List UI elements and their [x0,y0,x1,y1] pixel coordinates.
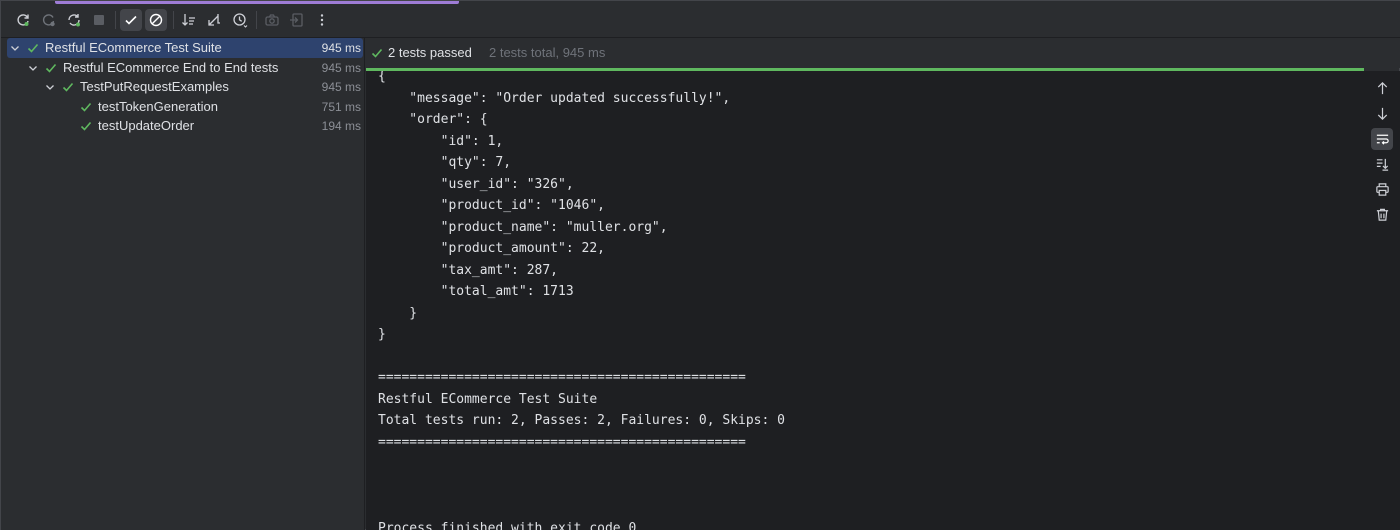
rerun-failed-icon[interactable] [38,9,60,31]
run-tool-window: Restful ECommerce Test Suite 945 ms Rest… [0,0,1400,530]
tree-item-duration: 751 ms [321,99,361,114]
tree-item-suite[interactable]: Restful ECommerce Test Suite 945 ms [7,38,363,58]
camera-icon[interactable] [261,9,283,31]
tree-item-label: Restful ECommerce Test Suite [45,40,222,55]
passed-check-icon [80,102,92,112]
passed-check-icon [62,82,74,92]
collapse-all-icon[interactable] [203,9,225,31]
show-passed-icon[interactable] [120,9,142,31]
sort-by-duration-icon[interactable] [229,9,251,31]
tree-item-duration: 194 ms [321,119,361,133]
up-arrow-icon[interactable] [1371,77,1393,99]
passed-check-icon [371,48,383,58]
test-status-bar: 2 tests passed 2 tests total, 945 ms [366,38,1400,68]
tree-item-duration: 945 ms [321,41,361,55]
tree-item-method[interactable]: testTokenGeneration 751 ms [7,97,363,117]
passed-check-icon [80,121,92,131]
tree-item-label: TestPutRequestExamples [80,79,229,94]
stop-icon[interactable] [88,9,110,31]
tree-item-test[interactable]: Restful ECommerce End to End tests 945 m… [7,58,363,78]
more-options-icon[interactable] [311,9,333,31]
tree-item-label: testUpdateOrder [98,118,195,133]
tree-item-class[interactable]: TestPutRequestExamples 945 ms [7,77,363,97]
import-tests-icon[interactable] [286,9,308,31]
trash-icon[interactable] [1371,203,1393,225]
tests-total-label: 2 tests total, 945 ms [489,45,606,60]
down-arrow-icon[interactable] [1371,102,1393,124]
sort-alphabetically-icon[interactable] [178,9,200,31]
tree-item-label: testTokenGeneration [98,98,218,114]
passed-check-icon [27,43,39,53]
tree-item-duration: 945 ms [321,80,361,94]
console-side-toolbar [1364,71,1400,530]
tree-item-duration: 945 ms [321,60,361,75]
soft-wrap-icon[interactable] [1371,128,1393,150]
tree-item-method[interactable]: testUpdateOrder 194 ms [7,116,363,136]
show-ignored-icon[interactable] [145,9,167,31]
test-runner-toolbar [1,1,1400,38]
console-output-panel[interactable]: { "message": "Order updated successfully… [366,71,1364,530]
rerun-icon[interactable] [12,9,34,31]
chevron-down-icon[interactable] [44,81,56,93]
console-output-text[interactable]: { "message": "Order updated successfully… [378,71,785,530]
test-results-tree: Restful ECommerce Test Suite 945 ms Rest… [1,38,365,530]
active-tab-indicator [55,1,459,4]
scroll-to-end-icon[interactable] [1371,153,1393,175]
toggle-auto-test-icon[interactable] [63,9,85,31]
print-icon[interactable] [1371,178,1393,200]
chevron-down-icon[interactable] [9,42,21,54]
chevron-down-icon[interactable] [27,62,39,74]
passed-check-icon [45,63,57,73]
tree-item-label: Restful ECommerce End to End tests [63,59,279,75]
tests-passed-label: 2 tests passed [388,45,472,60]
